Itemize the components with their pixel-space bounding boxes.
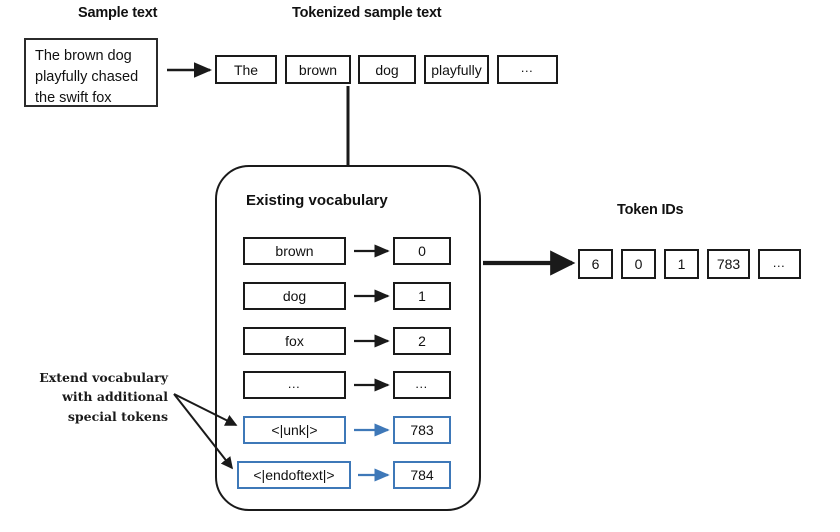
token-id-box: 1	[664, 249, 699, 279]
token-id-box: 783	[707, 249, 750, 279]
sample-text-box: The brown dog playfully chased the swift…	[24, 38, 158, 107]
sample-text-line-3: the swift fox	[35, 90, 112, 107]
token-id-box: 0	[621, 249, 656, 279]
sample-text-line-2: playfully chased	[35, 69, 139, 86]
extend-vocabulary-annotation: Extend vocabulary with additional specia…	[8, 368, 168, 426]
vocab-token-box: fox	[243, 327, 346, 355]
diagram-canvas: Sample text Tokenized sample text Token …	[0, 0, 840, 532]
vocab-id-box-special: 783	[393, 416, 451, 444]
token-id-box: …	[758, 249, 801, 279]
token-box: dog	[358, 55, 416, 84]
sample-text-heading: Sample text	[78, 5, 158, 21]
existing-vocabulary-title: Existing vocabulary	[246, 192, 388, 209]
vocab-token-box-special: <|endoftext|>	[237, 461, 351, 489]
vocab-token-box: dog	[243, 282, 346, 310]
sample-text-line-1: The brown dog	[35, 48, 132, 64]
token-ids-heading: Token IDs	[617, 202, 684, 218]
token-box: The	[215, 55, 277, 84]
token-box: …	[497, 55, 558, 84]
token-box: playfully	[424, 55, 489, 84]
token-id-box: 6	[578, 249, 613, 279]
vocab-id-box: 2	[393, 327, 451, 355]
vocab-id-box: …	[393, 371, 451, 399]
vocab-id-box-special: 784	[393, 461, 451, 489]
vocab-token-box: brown	[243, 237, 346, 265]
token-box: brown	[285, 55, 351, 84]
tokenized-sample-text-heading: Tokenized sample text	[292, 5, 442, 21]
vocab-token-box-special: <|unk|>	[243, 416, 346, 444]
extend-annotation-line-2: with additional	[62, 389, 168, 405]
vocab-id-box: 1	[393, 282, 451, 310]
vocab-id-box: 0	[393, 237, 451, 265]
extend-annotation-line-1: Extend vocabulary	[39, 370, 168, 385]
extend-annotation-line-3: special tokens	[67, 408, 168, 424]
vocab-token-box: …	[243, 371, 346, 399]
